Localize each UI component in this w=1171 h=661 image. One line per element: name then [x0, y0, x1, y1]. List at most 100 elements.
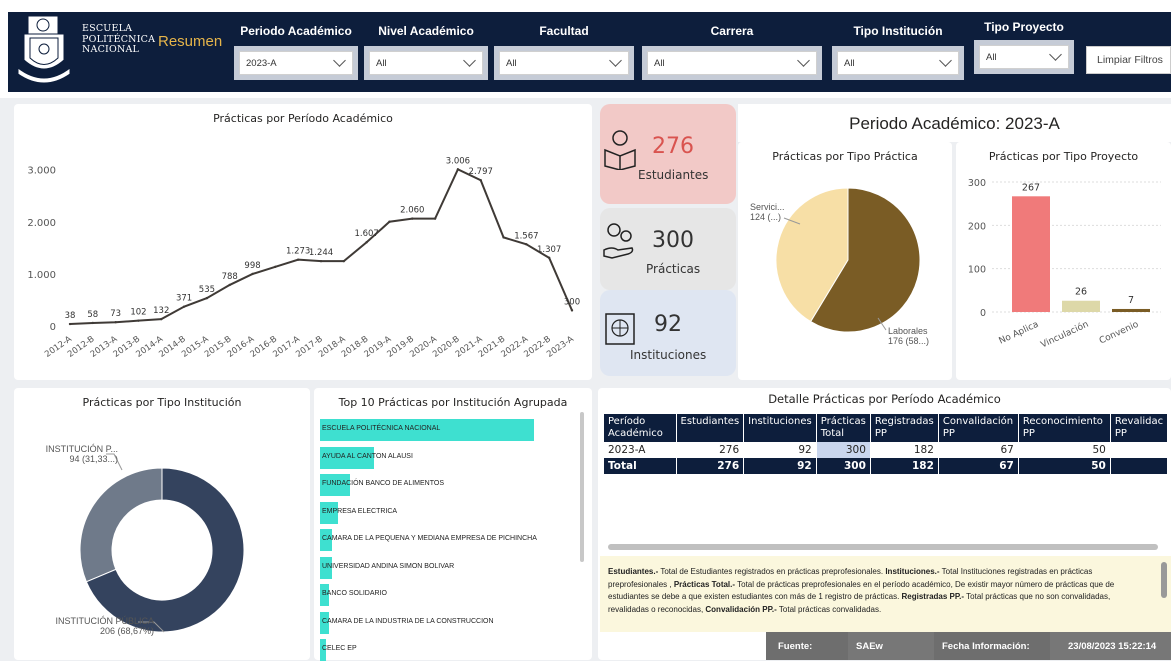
bar-label: AYUDA AL CANTON ALAUSI	[322, 452, 413, 460]
source-value: SAEw	[848, 632, 934, 660]
x-tick-label: Vinculación	[1039, 319, 1090, 351]
header-bar: ESCUELA POLITÉCNICA NACIONAL Resumen Per…	[0, 0, 1171, 98]
bar-value-label: 26	[1075, 287, 1087, 298]
pie-label-laborales: Laborales 176 (58...)	[888, 326, 930, 346]
col-reconocimiento[interactable]: Reconocimiento PP	[1018, 414, 1111, 442]
y-tick-label: 0	[980, 308, 986, 319]
bar-label: CAMARA DE LA INDUSTRIA DE LA CONSTRUCCIO…	[322, 617, 494, 625]
data-label: 998	[244, 261, 260, 271]
gears-hand-icon	[603, 223, 634, 259]
pie-chart-panel: Prácticas por Tipo Práctica Servici... 12…	[738, 142, 952, 380]
data-point	[365, 241, 368, 244]
data-label: 38	[65, 311, 76, 321]
bar-label: UNIVERSIDAD ANDINA SIMON BOLIVAR	[322, 562, 455, 570]
students-value: 276	[652, 134, 694, 159]
filter-facultad: Facultad All	[494, 24, 634, 82]
source-label: Fuente:	[766, 632, 848, 660]
bar-value-label: 267	[1022, 182, 1040, 193]
practices-kpi-card: 300 Prácticas	[600, 208, 736, 290]
chevron-down-icon	[1049, 48, 1062, 61]
bar-label: CAMARA DE LA PEQUENA Y MEDIANA EMPRESA D…	[322, 535, 537, 542]
nivel-dropdown[interactable]: All	[369, 51, 483, 75]
chevron-down-icon	[939, 54, 952, 67]
chevron-down-icon	[797, 54, 810, 67]
students-kpi-card: 276 Estudiantes	[600, 104, 736, 204]
note-scrollbar[interactable]	[1161, 562, 1167, 598]
detail-table: Período Académico Estudiantes Institucio…	[604, 414, 1169, 474]
data-point	[251, 272, 254, 276]
data-label: 3.006	[446, 156, 470, 166]
donut-segment	[79, 467, 163, 583]
data-label: 535	[199, 285, 215, 295]
bar-label: EMPRESA ELECTRICA	[322, 507, 398, 515]
practices-line-chart: 01.0002.0003.000382012-A582012-B732013-A…	[27, 156, 580, 360]
carrera-dropdown[interactable]: All	[647, 51, 817, 75]
col-instituciones[interactable]: Instituciones	[743, 414, 817, 442]
y-tick-label: 2.000	[27, 218, 56, 229]
table-row[interactable]: 2023-A 276 92 300 182 67 50	[604, 442, 1169, 458]
data-label: 1.307	[537, 245, 561, 255]
tipo-institucion-dropdown[interactable]: All	[837, 51, 959, 75]
col-registradas[interactable]: Registradas PP	[870, 414, 939, 442]
brand-name: ESCUELA POLITÉCNICA NACIONAL	[82, 23, 156, 55]
col-periodo[interactable]: Período Académico	[604, 414, 677, 442]
chevron-down-icon	[463, 54, 476, 67]
data-point	[137, 319, 140, 322]
tipo-proyecto-dropdown[interactable]: All	[979, 45, 1069, 69]
data-point	[388, 220, 391, 223]
data-point	[479, 179, 482, 182]
donut-label-publica: INSTITUCIÓN PÚBLICA 206 (68,67%)	[55, 616, 154, 636]
col-convalidacion[interactable]: Convalidación PP	[938, 414, 1019, 442]
project-type-bar-chart: 0 100 200 300 267 No Aplica 26 Vinculación 7 Conv…	[968, 178, 1161, 351]
periodo-dropdown[interactable]: 2023-A	[239, 51, 353, 75]
student-reading-icon	[604, 130, 636, 170]
y-tick-label: 1.000	[27, 270, 56, 281]
y-tick-label: 300	[968, 178, 986, 189]
definitions-note: Estudiantes.- Total de Estudiantes regis…	[600, 556, 1171, 632]
page-title: Resumen	[158, 33, 223, 50]
data-point	[228, 283, 231, 287]
bar-value-label: 7	[1128, 295, 1134, 306]
donut-label-privada: INSTITUCIÓN P... 94 (31,33...)	[45, 444, 118, 464]
data-point	[68, 322, 72, 326]
practices-label: Prácticas	[646, 262, 701, 276]
data-point	[570, 309, 574, 312]
facultad-dropdown[interactable]: All	[499, 51, 629, 75]
data-point	[114, 320, 117, 324]
data-label: 788	[222, 272, 238, 282]
clear-filters-button[interactable]: Limpiar Filtros	[1086, 46, 1171, 74]
pie-label-servicio: Servici... 124 (...)	[750, 202, 785, 222]
data-point	[274, 265, 277, 268]
date-label: Fecha Información:	[934, 632, 1050, 660]
data-point	[547, 256, 551, 260]
col-estudiantes[interactable]: Estudiantes	[676, 414, 745, 442]
data-point	[525, 243, 528, 246]
university-logo	[14, 15, 74, 88]
data-point	[456, 168, 460, 171]
data-point	[342, 259, 346, 263]
data-point	[296, 258, 300, 261]
students-label: Estudiantes	[638, 168, 709, 182]
data-label: 132	[153, 306, 169, 316]
col-revalidacion[interactable]: Revalidac PP	[1110, 414, 1169, 442]
data-point	[502, 236, 505, 239]
data-label: 1.273	[286, 247, 310, 257]
top10-scrollbar[interactable]	[580, 412, 584, 562]
filter-tipo-institucion: Tipo Institución All	[832, 24, 964, 82]
data-label: 371	[176, 294, 192, 304]
filter-nivel: Nivel Académico All	[364, 24, 488, 82]
institutions-value: 92	[654, 312, 682, 337]
data-label: 1.607	[354, 229, 378, 239]
x-tick-label: No Aplica	[998, 320, 1041, 347]
bar	[1062, 300, 1100, 312]
data-label: 73	[110, 309, 121, 319]
table-horizontal-scrollbar[interactable]	[608, 544, 1158, 550]
filter-carrera: Carrera All	[642, 24, 822, 82]
top10-title: Top 10 Prácticas por Institución Agrupad…	[338, 396, 568, 409]
line-chart-panel: Prácticas por Período Académico 0 1.000 2.…	[14, 104, 592, 380]
table-total-row: Total 276 92 300 182 67 50	[604, 458, 1169, 474]
data-label: 58	[87, 310, 98, 320]
data-label: 2.060	[400, 206, 424, 216]
col-practicas-total[interactable]: Prácticas Total	[816, 414, 871, 442]
data-label: 1.567	[514, 231, 538, 241]
